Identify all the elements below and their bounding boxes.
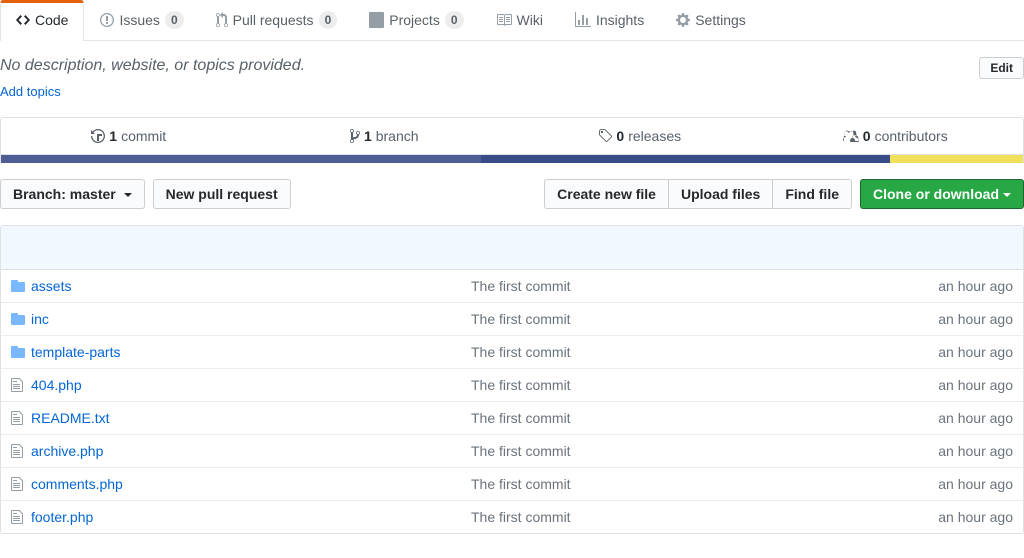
file-row: archive.php The first commitan hour ago <box>1 435 1023 468</box>
commit-time: an hour ago <box>873 377 1013 393</box>
file-name-link[interactable]: inc <box>31 311 49 327</box>
edit-button[interactable]: Edit <box>979 57 1024 79</box>
commits-stat[interactable]: 1 commit <box>1 118 257 154</box>
tab-settings[interactable]: Settings <box>660 0 762 40</box>
history-icon <box>91 128 105 144</box>
pulls-count: 0 <box>319 11 338 29</box>
upload-files-button[interactable]: Upload files <box>668 179 773 209</box>
branches-number: 1 <box>364 128 372 144</box>
file-name-link[interactable]: archive.php <box>31 443 103 459</box>
file-icon <box>11 509 31 525</box>
file-row: comments.php The first commitan hour ago <box>1 468 1023 501</box>
file-name-link[interactable]: assets <box>31 278 71 294</box>
commits-number: 1 <box>109 128 117 144</box>
commit-time: an hour ago <box>873 278 1013 294</box>
commit-message[interactable]: The first commit <box>471 278 873 294</box>
code-icon <box>16 12 30 28</box>
commit-message[interactable]: The first commit <box>471 443 873 459</box>
language-segment <box>481 155 890 163</box>
tab-wiki-label: Wiki <box>517 12 543 28</box>
file-row: inc The first commitan hour ago <box>1 303 1023 336</box>
commit-message[interactable]: The first commit <box>471 509 873 525</box>
branch-prefix: Branch: <box>13 186 70 202</box>
commits-label: commit <box>121 128 166 144</box>
files-table: assetsThe first commitan hour agoincThe … <box>0 225 1024 534</box>
directory-icon <box>11 344 31 360</box>
tab-issues[interactable]: Issues 0 <box>84 0 199 40</box>
releases-number: 0 <box>616 128 624 144</box>
file-row: assets The first commitan hour ago <box>1 270 1023 303</box>
projects-count: 0 <box>445 11 464 29</box>
language-segment <box>890 155 1023 163</box>
file-name-link[interactable]: 404.php <box>31 377 82 393</box>
tab-pulls-label: Pull requests <box>233 12 314 28</box>
file-row: README.txt The first commitan hour ago <box>1 402 1023 435</box>
commit-time: an hour ago <box>873 509 1013 525</box>
file-icon <box>11 377 31 393</box>
commit-message[interactable]: The first commit <box>471 476 873 492</box>
file-name-link[interactable]: comments.php <box>31 476 123 492</box>
people-icon <box>843 128 859 144</box>
contributors-stat[interactable]: 0 contributors <box>768 118 1024 154</box>
file-icon <box>11 410 31 426</box>
language-bar[interactable] <box>0 155 1024 163</box>
repo-nav: Code Issues 0 Pull requests 0 Projects 0… <box>0 0 1024 41</box>
issues-count: 0 <box>165 11 184 29</box>
pull-request-icon <box>216 12 228 28</box>
file-name-link[interactable]: README.txt <box>31 410 110 426</box>
releases-stat[interactable]: 0 releases <box>512 118 768 154</box>
tab-code-label: Code <box>35 12 68 28</box>
tab-wiki[interactable]: Wiki <box>480 0 559 40</box>
tab-insights-label: Insights <box>596 12 644 28</box>
directory-icon <box>11 311 31 327</box>
tab-settings-label: Settings <box>695 12 746 28</box>
tag-icon <box>598 128 612 144</box>
files-header <box>1 226 1023 270</box>
branches-stat[interactable]: 1 branch <box>257 118 513 154</box>
language-segment <box>1 155 481 163</box>
add-topics-link[interactable]: Add topics <box>0 84 61 99</box>
project-icon <box>369 12 384 28</box>
file-row: 404.php The first commitan hour ago <box>1 369 1023 402</box>
commit-time: an hour ago <box>873 476 1013 492</box>
file-row: footer.php The first commitan hour ago <box>1 501 1023 533</box>
tab-projects-label: Projects <box>389 12 440 28</box>
graph-icon <box>575 12 591 28</box>
clone-download-button[interactable]: Clone or download <box>860 179 1024 209</box>
branch-select-button[interactable]: Branch: master <box>0 179 145 209</box>
branch-name: master <box>70 186 116 202</box>
branches-label: branch <box>376 128 419 144</box>
book-icon <box>496 12 512 28</box>
file-name-link[interactable]: template-parts <box>31 344 120 360</box>
directory-icon <box>11 278 31 294</box>
commit-message[interactable]: The first commit <box>471 410 873 426</box>
find-file-button[interactable]: Find file <box>772 179 852 209</box>
new-pull-request-button[interactable]: New pull request <box>153 179 291 209</box>
releases-label: releases <box>628 128 681 144</box>
file-icon <box>11 443 31 459</box>
gear-icon <box>676 12 690 28</box>
file-icon <box>11 476 31 492</box>
branch-icon <box>350 128 360 144</box>
issue-icon <box>100 12 114 28</box>
create-file-button[interactable]: Create new file <box>544 179 669 209</box>
commit-time: an hour ago <box>873 410 1013 426</box>
repo-stats: 1 commit 1 branch 0 releases 0 contribut… <box>0 117 1024 155</box>
contributors-number: 0 <box>863 128 871 144</box>
tab-insights[interactable]: Insights <box>559 0 660 40</box>
commit-message[interactable]: The first commit <box>471 377 873 393</box>
commit-time: an hour ago <box>873 344 1013 360</box>
contributors-label: contributors <box>875 128 948 144</box>
commit-time: an hour ago <box>873 443 1013 459</box>
file-name-link[interactable]: footer.php <box>31 509 93 525</box>
tab-issues-label: Issues <box>119 12 159 28</box>
commit-message[interactable]: The first commit <box>471 344 873 360</box>
tab-code[interactable]: Code <box>0 0 84 41</box>
commit-time: an hour ago <box>873 311 1013 327</box>
file-row: template-parts The first commitan hour ag… <box>1 336 1023 369</box>
tab-pulls[interactable]: Pull requests 0 <box>200 0 354 40</box>
commit-message[interactable]: The first commit <box>471 311 873 327</box>
tab-projects[interactable]: Projects 0 <box>353 0 479 40</box>
repo-description: No description, website, or topics provi… <box>0 57 305 75</box>
